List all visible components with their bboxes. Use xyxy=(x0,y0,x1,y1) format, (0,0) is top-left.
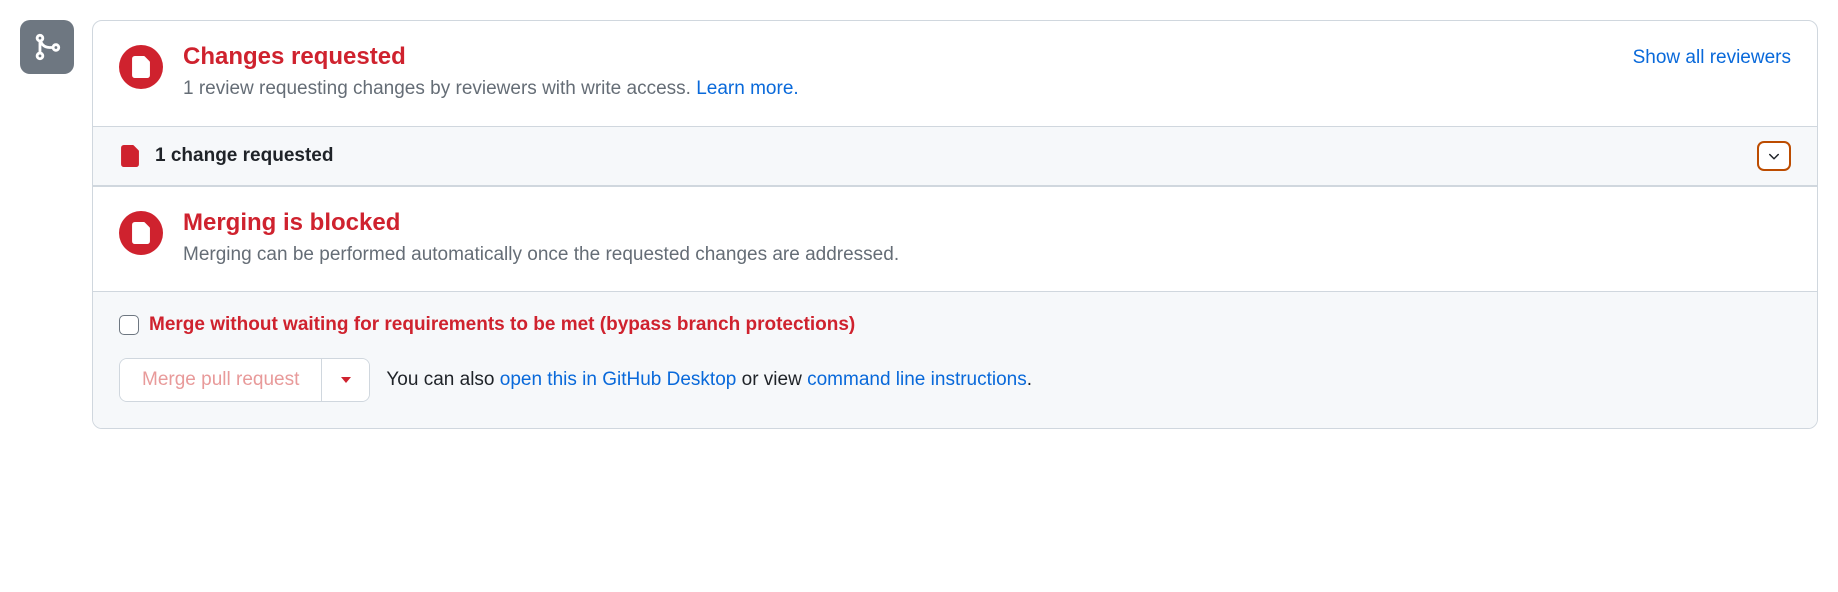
merge-button-group: Merge pull request xyxy=(119,358,370,402)
show-all-reviewers-link[interactable]: Show all reviewers xyxy=(1633,43,1791,69)
merging-blocked-title: Merging is blocked xyxy=(183,209,1791,237)
merging-blocked-section: Merging is blocked Merging can be perfor… xyxy=(93,187,1817,293)
merge-footer-section: Merge without waiting for requirements t… xyxy=(93,292,1817,428)
bypass-label[interactable]: Merge without waiting for requirements t… xyxy=(149,314,855,336)
status-circle-blocked xyxy=(119,211,163,255)
changes-requested-title: Changes requested xyxy=(183,43,1613,71)
merge-hint-text: You can also open this in GitHub Desktop… xyxy=(386,369,1032,391)
git-merge-icon xyxy=(32,32,62,62)
chevron-down-icon xyxy=(1766,148,1782,164)
changes-requested-section: Changes requested 1 review requesting ch… xyxy=(93,21,1817,126)
bypass-checkbox[interactable] xyxy=(119,315,139,335)
changes-requested-description: 1 review requesting changes by reviewers… xyxy=(183,75,1613,104)
file-diff-icon xyxy=(130,56,152,78)
change-count-text: 1 change requested xyxy=(155,145,333,167)
merge-status-panel: Changes requested 1 review requesting ch… xyxy=(92,20,1818,429)
hint-prefix: You can also xyxy=(386,369,499,390)
learn-more-link[interactable]: Learn more. xyxy=(696,78,798,99)
hint-middle: or view xyxy=(736,369,807,390)
review-desc-text: 1 review requesting changes by reviewers… xyxy=(183,78,696,99)
file-diff-icon xyxy=(130,222,152,244)
merge-pull-request-button[interactable]: Merge pull request xyxy=(120,359,321,401)
status-circle-changes xyxy=(119,45,163,89)
triangle-down-icon xyxy=(340,374,352,386)
timeline-merge-badge xyxy=(20,20,74,74)
cli-instructions-link[interactable]: command line instructions xyxy=(807,369,1027,390)
merge-options-dropdown[interactable] xyxy=(321,359,369,401)
change-summary-row: 1 change requested xyxy=(93,126,1817,187)
hint-end: . xyxy=(1027,369,1032,390)
merging-blocked-description: Merging can be performed automatically o… xyxy=(183,241,1791,270)
expand-changes-button[interactable] xyxy=(1757,141,1791,171)
open-desktop-link[interactable]: open this in GitHub Desktop xyxy=(500,369,737,390)
file-diff-icon xyxy=(119,145,141,167)
